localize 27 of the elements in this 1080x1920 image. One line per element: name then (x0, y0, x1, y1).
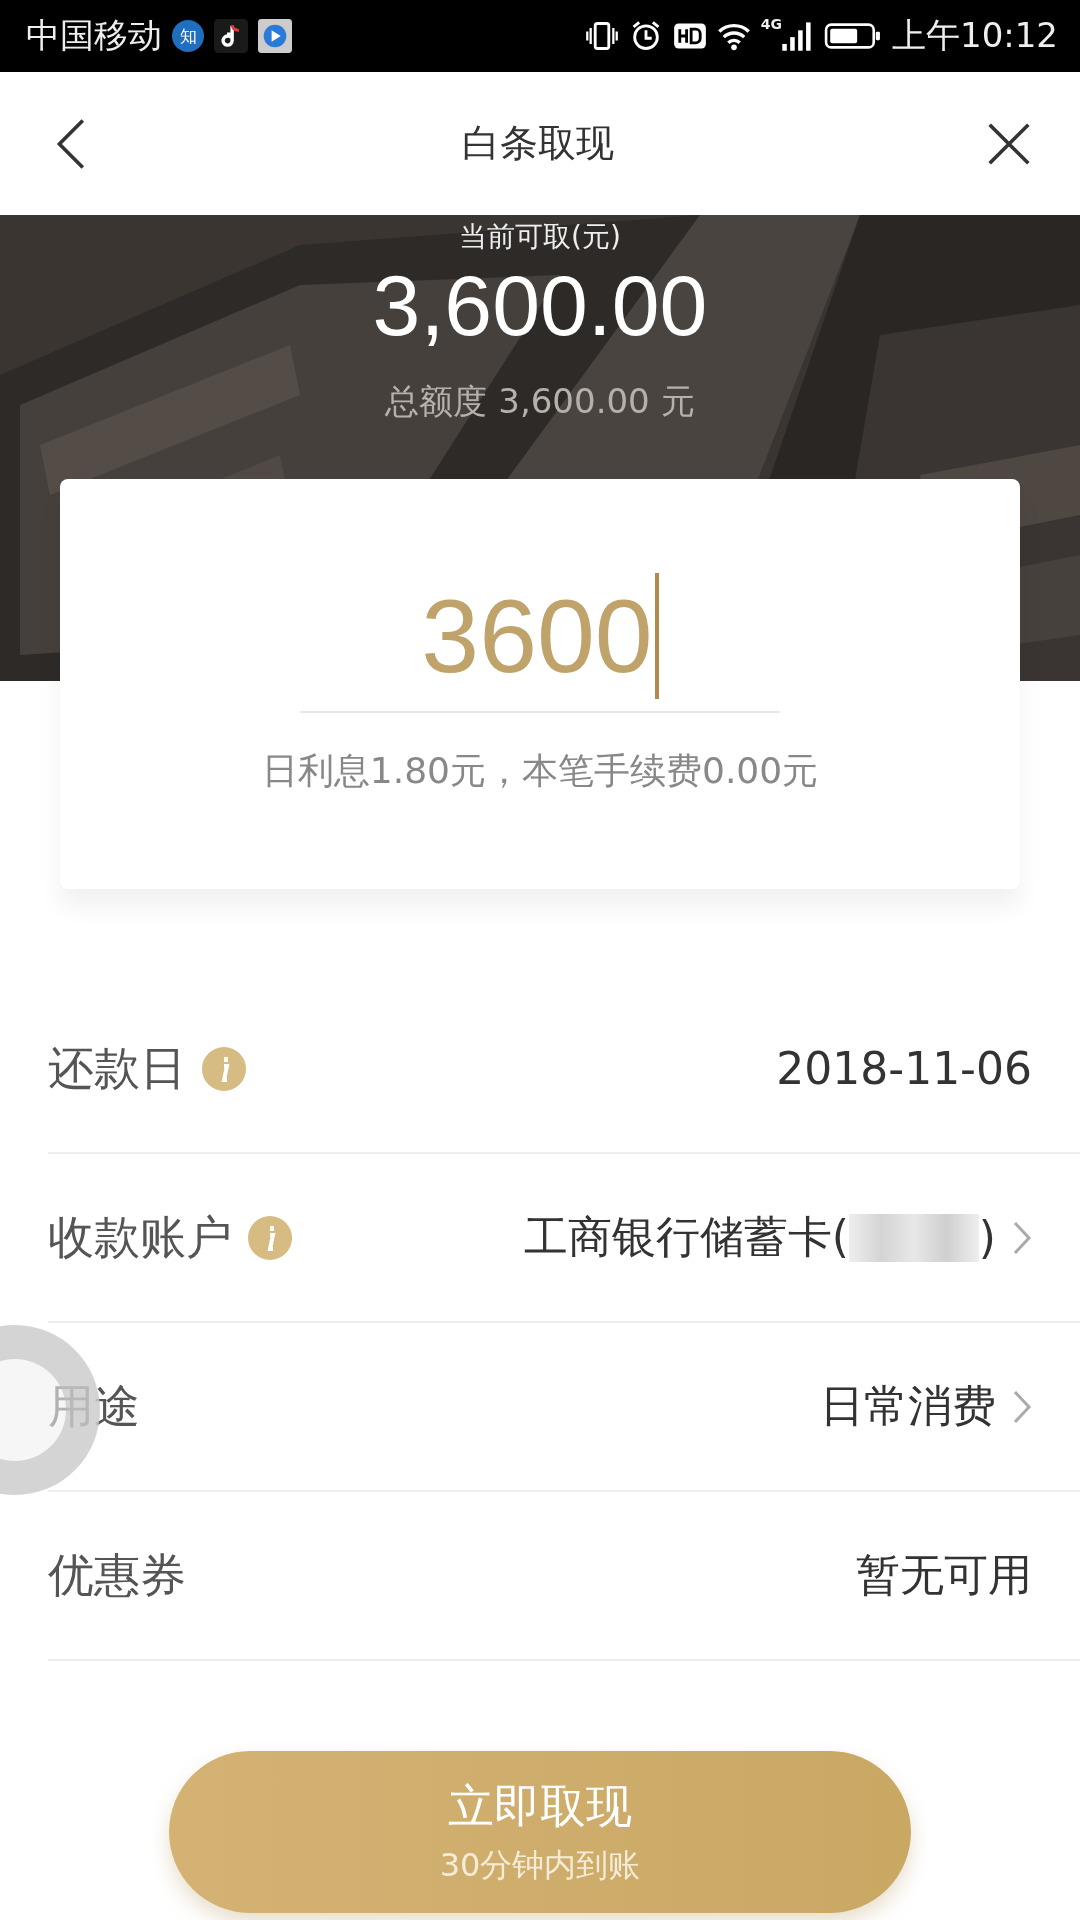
fee-note: 日利息1.80元，本笔手续费0.00元 (261, 749, 819, 793)
available-label: 当前可取(元) (459, 219, 621, 255)
signal-icon (780, 19, 814, 53)
carrier-name: 中国移动 (26, 14, 162, 57)
row-value[interactable]: 日常消费 (820, 1377, 996, 1436)
chevron-right-icon[interactable] (1012, 1388, 1032, 1425)
play-icon (258, 19, 292, 53)
row-value: ) (978, 1212, 996, 1263)
vibrate-icon (584, 19, 619, 53)
network-type: 4G (760, 16, 782, 32)
row-value: 暂无可用 (856, 1548, 1032, 1602)
info-icon[interactable] (248, 1215, 292, 1260)
row-label: 用途 (48, 1377, 140, 1435)
battery-icon (824, 20, 882, 52)
row-label: 优惠券 (48, 1546, 186, 1604)
page-title: 白条取现 (462, 120, 614, 167)
clock: 上午10:12 (892, 14, 1058, 57)
app-badge: 知 (172, 20, 204, 52)
music-note-icon (214, 19, 248, 53)
total-limit: 总额度 3,600.00 元 (385, 380, 695, 423)
row-value: 2018-11-06 (776, 1043, 1032, 1094)
chevron-right-icon[interactable] (1012, 1219, 1032, 1256)
available-amount: 3,600.00 (372, 256, 708, 355)
row-label: 还款日 (48, 1039, 186, 1097)
info-icon[interactable] (202, 1046, 246, 1091)
row-label: 收款账户 (48, 1208, 232, 1266)
row-value[interactable]: 工商银行储蓄卡( (523, 1208, 849, 1267)
